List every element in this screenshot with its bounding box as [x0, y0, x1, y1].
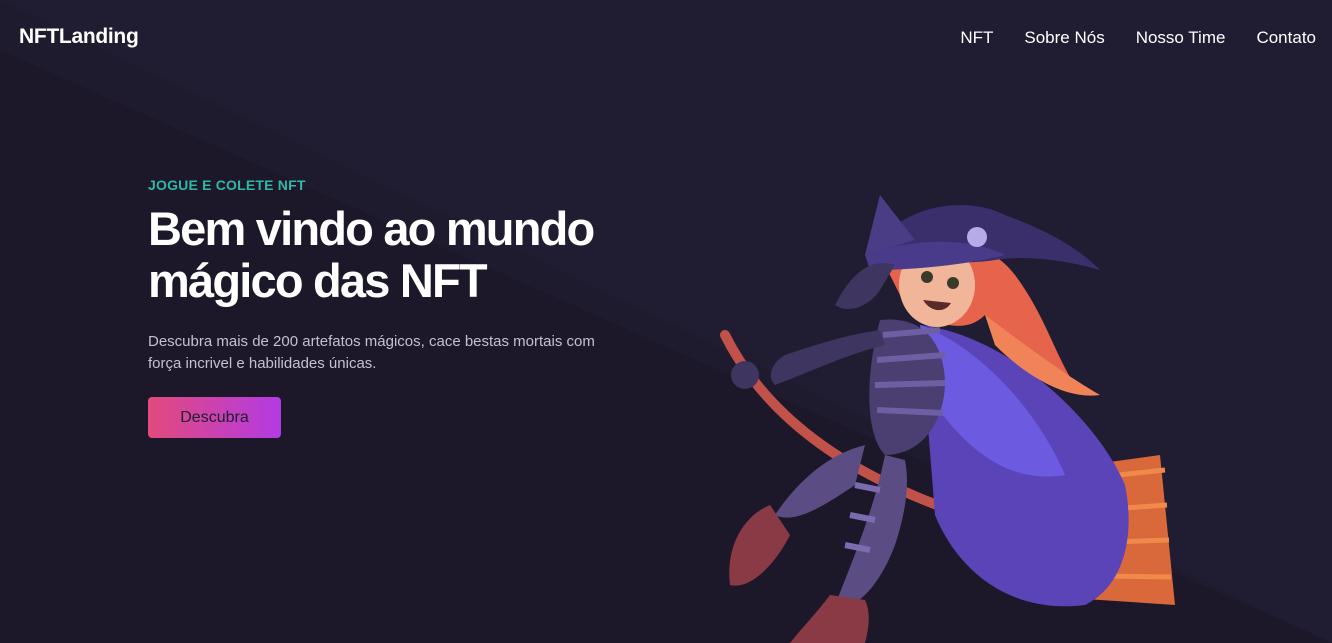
nav-item-nft[interactable]: NFT: [960, 28, 993, 48]
hero-title: Bem vindo ao mundo mágico das NFT: [148, 203, 688, 307]
nav-item-sobre-nos[interactable]: Sobre Nós: [1024, 28, 1104, 48]
hero-eyebrow: JOGUE E COLETE NFT: [148, 177, 306, 193]
main-nav: NFT Sobre Nós Nosso Time Contato: [960, 28, 1316, 48]
hero-description-line-2: força incrivel e habilidades únicas.: [148, 355, 377, 372]
witch-on-broom-illustration: [720, 195, 1175, 643]
brand-logo[interactable]: NFTLanding: [19, 25, 139, 49]
hero-description: Descubra mais de 200 artefatos mágicos, …: [148, 331, 648, 375]
hero-section: JOGUE E COLETE NFT Bem vindo ao mundo má…: [148, 177, 688, 438]
nav-item-contato[interactable]: Contato: [1256, 28, 1316, 48]
nav-item-nosso-time[interactable]: Nosso Time: [1136, 28, 1226, 48]
discover-button[interactable]: Descubra: [148, 397, 281, 438]
hero-description-line-1: Descubra mais de 200 artefatos mágicos, …: [148, 333, 595, 350]
landing-page: NFTLanding NFT Sobre Nós Nosso Time Cont…: [0, 0, 1332, 643]
top-navbar: NFTLanding NFT Sobre Nós Nosso Time Cont…: [0, 0, 1332, 78]
hero-title-line-1: Bem vindo ao mundo: [148, 202, 595, 255]
hero-title-line-2: mágico das NFT: [148, 254, 488, 307]
